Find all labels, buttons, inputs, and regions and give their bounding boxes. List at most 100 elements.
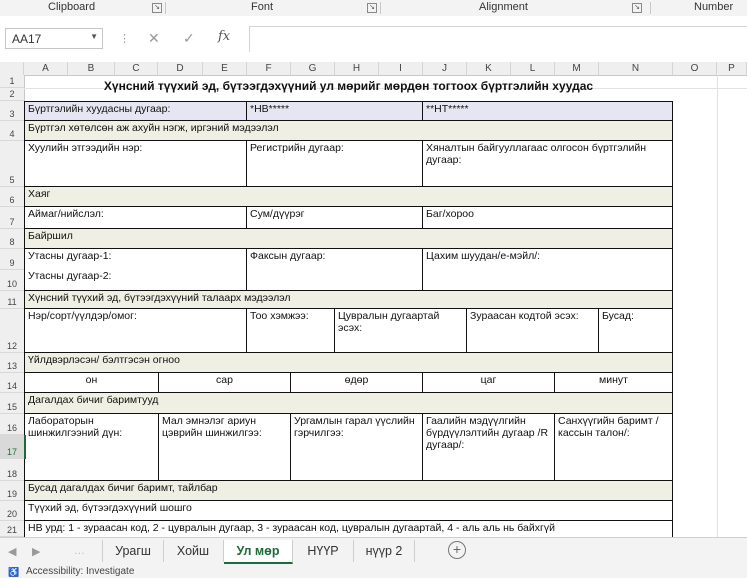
other-docs-section[interactable]: Бусад дагалдах бичиг баримт, тайлбар xyxy=(24,480,673,501)
gridline xyxy=(717,75,718,537)
row-header[interactable]: 16 xyxy=(0,414,24,435)
date-year[interactable]: он xyxy=(24,372,159,393)
column-header[interactable]: M xyxy=(555,62,599,75)
email-field[interactable]: Цахим шуудан/е-мэйл/: xyxy=(422,248,673,291)
note-field[interactable]: НВ урд: 1 - зураасан код, 2 - цувралын д… xyxy=(24,520,673,537)
row-header[interactable]: 6 xyxy=(0,187,24,207)
docs-section[interactable]: Дагалдах бичиг баримтууд xyxy=(24,392,673,414)
quantity-field[interactable]: Тоо хэмжээ: xyxy=(246,308,335,353)
row-header-selected[interactable]: 17 xyxy=(0,435,24,459)
column-header[interactable]: L xyxy=(511,62,555,75)
row-header[interactable]: 3 xyxy=(0,101,24,121)
row-header[interactable]: 20 xyxy=(0,501,24,521)
bag-field[interactable]: Баг/хороо xyxy=(422,206,673,229)
column-header[interactable]: D xyxy=(158,62,203,75)
other-field[interactable]: Бусад: xyxy=(598,308,673,353)
row-header[interactable]: 4 xyxy=(0,121,24,141)
reg-number-field[interactable]: Регистрийн дугаар: xyxy=(246,140,423,187)
column-header[interactable]: O xyxy=(673,62,717,75)
address-section[interactable]: Хаяг xyxy=(24,186,673,207)
row-header[interactable]: 14 xyxy=(0,373,24,393)
column-header[interactable]: E xyxy=(203,62,247,75)
fax-field[interactable]: Факсын дугаар: xyxy=(246,248,423,291)
row-header[interactable]: 10 xyxy=(0,270,24,291)
column-header[interactable]: C xyxy=(115,62,158,75)
date-month[interactable]: сар xyxy=(158,372,291,393)
row-header[interactable]: 9 xyxy=(0,249,24,270)
label-field[interactable]: Түүхий эд, бүтээгдэхүүний шошго xyxy=(24,500,673,521)
org-section[interactable]: Бүртгэл хөтөлсөн аж ахуйн нэгж, иргэний … xyxy=(24,120,673,141)
column-header[interactable]: B xyxy=(68,62,115,75)
column-header[interactable]: A xyxy=(24,62,68,75)
accessibility-status[interactable]: Accessibility: Investigate xyxy=(26,566,134,577)
row-header[interactable]: 15 xyxy=(0,393,24,414)
formula-input[interactable] xyxy=(249,26,747,52)
column-header[interactable]: N xyxy=(599,62,673,75)
batch-field[interactable]: Цувралын дугаартай эсэх: xyxy=(334,308,467,353)
barcode-field[interactable]: Зураасан кодтой эсэх: xyxy=(466,308,599,353)
chevron-down-icon[interactable]: ▼ xyxy=(90,32,98,41)
date-hour[interactable]: цаг xyxy=(422,372,555,393)
tab-nuur[interactable]: НҮҮР xyxy=(293,540,354,562)
row-headers: 1 2 3 4 5 6 7 8 9 10 11 12 13 14 15 16 1… xyxy=(0,75,25,537)
permit-number-field[interactable]: Хяналтын байгууллагаас олгосон бүртгэлий… xyxy=(422,140,673,187)
alignment-dialog-launcher-icon[interactable]: ↘ xyxy=(632,3,642,13)
date-section[interactable]: Үйлдвэрлэсэн/ бэлтгэсэн огноо xyxy=(24,352,673,373)
doc-finance[interactable]: Санхүүгийн баримт /кассын талон/: xyxy=(554,413,673,481)
tab-ul-mor[interactable]: Ул мөр xyxy=(224,540,293,564)
row-header[interactable]: 13 xyxy=(0,353,24,373)
sum-field[interactable]: Сум/дүүрэг xyxy=(246,206,423,229)
row-header[interactable]: 11 xyxy=(0,291,24,309)
doc-plant-origin[interactable]: Ургамлын гарал үүслийн гэрчилгээ: xyxy=(290,413,423,481)
worksheet-grid[interactable]: Хүнсний түүхий эд, бүтээгдэхүүний ул мөр… xyxy=(24,75,747,537)
nv-code[interactable]: *НВ***** xyxy=(246,101,423,121)
row-header[interactable]: 2 xyxy=(0,88,24,101)
product-name-field[interactable]: Нэр/сорт/үүлдэр/омог: xyxy=(24,308,247,353)
doc-customs[interactable]: Гаалийн мэдүүлгийн бүрдүүлэлтийн дугаар … xyxy=(422,413,555,481)
row-header[interactable]: 8 xyxy=(0,229,24,249)
column-header[interactable]: P xyxy=(717,62,747,75)
column-header[interactable]: G xyxy=(291,62,335,75)
tab-nuur-2[interactable]: нүүр 2 xyxy=(354,540,415,562)
row-header[interactable]: 19 xyxy=(0,481,24,501)
doc-lab[interactable]: Лабораторын шинжилгээний дүн: xyxy=(24,413,159,481)
font-dialog-launcher-icon[interactable]: ↘ xyxy=(367,3,377,13)
add-sheet-icon[interactable]: + xyxy=(448,541,466,559)
column-header[interactable]: F xyxy=(247,62,291,75)
select-all-corner[interactable] xyxy=(0,62,24,75)
insert-function-icon[interactable]: fx xyxy=(218,29,230,44)
column-header[interactable]: J xyxy=(423,62,467,75)
aimag-field[interactable]: Аймаг/нийслэл: xyxy=(24,206,247,229)
row-header[interactable]: 18 xyxy=(0,459,24,481)
enter-check-icon[interactable]: ✓ xyxy=(183,30,195,47)
row-header[interactable]: 21 xyxy=(0,521,24,537)
phone2-field[interactable]: Утасны дугаар-2: xyxy=(24,269,247,291)
more-sheets-icon[interactable]: … xyxy=(74,545,85,557)
phone1-field[interactable]: Утасны дугаар-1: xyxy=(24,248,247,270)
scroll-left-icon[interactable]: ◀ xyxy=(8,545,16,558)
nt-code[interactable]: **НТ***** xyxy=(422,101,673,121)
row-header[interactable]: 5 xyxy=(0,141,24,187)
scroll-right-icon[interactable]: ▶ xyxy=(32,545,40,558)
date-minute[interactable]: минут xyxy=(554,372,673,393)
row-header[interactable]: 7 xyxy=(0,207,24,229)
doc-vet[interactable]: Мал эмнэлэг ариун цэврийн шинжилгээ: xyxy=(158,413,291,481)
ribbon-group-number: Number xyxy=(694,1,734,13)
location-section[interactable]: Байршил xyxy=(24,228,673,249)
product-section[interactable]: Хүнсний түүхий эд, бүтээгдэхүүний талаар… xyxy=(24,290,673,309)
name-box[interactable]: AA17 ▼ xyxy=(5,28,103,49)
date-day[interactable]: өдөр xyxy=(290,372,423,393)
column-header[interactable]: H xyxy=(335,62,379,75)
owner-name-field[interactable]: Хуулийн этгээдийн нэр: xyxy=(24,140,247,187)
column-header[interactable]: K xyxy=(467,62,511,75)
row-header[interactable]: 12 xyxy=(0,309,24,353)
column-header[interactable]: I xyxy=(379,62,423,75)
clipboard-dialog-launcher-icon[interactable]: ↘ xyxy=(152,3,162,13)
tab-uragsh[interactable]: Урагш xyxy=(102,540,164,562)
accessibility-icon: ♿ xyxy=(8,567,20,577)
tab-khoish[interactable]: Хойш xyxy=(163,540,224,562)
cancel-icon[interactable]: ✕ xyxy=(148,30,160,47)
ribbon-separator xyxy=(650,2,651,14)
reg-sheet-label[interactable]: Бүртгэлийн хуудасны дугаар: xyxy=(24,101,247,121)
row-header[interactable]: 1 xyxy=(0,75,24,88)
